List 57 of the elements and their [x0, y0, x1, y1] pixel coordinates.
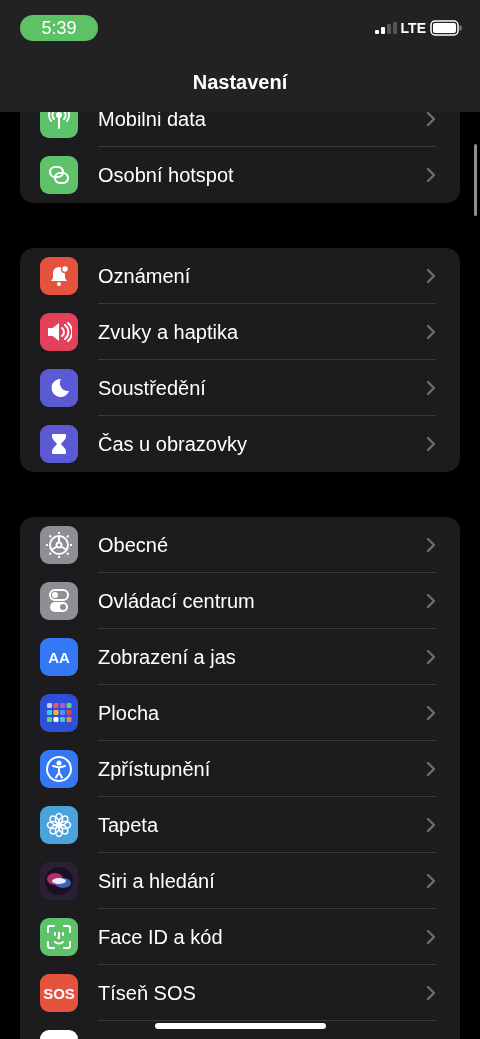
row-label: Face ID a kód [98, 924, 224, 950]
network-label: LTE [400, 18, 426, 38]
chevron-icon [426, 648, 436, 665]
row-label: Čas u obrazovky [98, 432, 248, 457]
row-label: Tíseň SOS [98, 980, 197, 1006]
row-label: Siri a hledání [98, 868, 216, 894]
row-label: Osobní hotspot [98, 163, 235, 188]
chevron-icon [426, 167, 436, 183]
settings-row[interactable]: Zpřístupnění [20, 741, 460, 797]
settings-row[interactable]: AA Zobrazení a jas [20, 629, 460, 685]
chevron-icon [426, 984, 436, 1001]
app-grid-icon [45, 701, 73, 725]
scroll-indicator [474, 144, 477, 216]
chevron-icon [426, 379, 436, 396]
row-label: Ovládací centrum [98, 588, 256, 614]
chevron-icon [426, 816, 436, 833]
row-label: Tapeta [98, 812, 160, 838]
settings-row[interactable]: Face ID a kód [20, 909, 460, 965]
time-pill: 5:39 [20, 15, 98, 41]
chevron-icon [426, 112, 436, 127]
settings-row[interactable]: Oznámení [20, 248, 460, 304]
icon-label: SOS [43, 985, 75, 1001]
chevron-icon [426, 267, 436, 284]
row-label: Oznámení [98, 263, 192, 289]
settings-row[interactable]: Osobní hotspot [20, 147, 460, 203]
hourglass-icon [49, 432, 69, 456]
antenna-icon [47, 112, 71, 131]
speaker-icon [46, 321, 72, 343]
chevron-icon [426, 536, 436, 553]
page-title: Nastavení [192, 70, 288, 95]
row-label: Zpřístupnění [98, 756, 212, 782]
settings-row[interactable]: Tapeta [20, 797, 460, 853]
settings-row[interactable]: Ovládací centrum [20, 573, 460, 629]
chevron-icon [426, 323, 436, 340]
icon-label: AA [48, 649, 70, 665]
chevron-icon [426, 436, 436, 452]
toggles-icon [47, 588, 71, 614]
chevron-icon [426, 760, 436, 777]
settings-row[interactable]: Zvuky a haptika [20, 304, 460, 360]
chevron-icon [426, 704, 436, 721]
chevron-icon [426, 592, 436, 609]
settings-row[interactable]: Siri a hledání [20, 853, 460, 909]
row-label: Obecné [98, 532, 170, 558]
settings-row[interactable]: SOS Tíseň SOS [20, 965, 460, 1021]
row-label: Soustředění [98, 375, 207, 401]
row-label: Zobrazení a jas [98, 644, 237, 670]
chain-link-icon [47, 164, 71, 186]
settings-row[interactable]: Plocha [20, 685, 460, 741]
settings-row[interactable]: Soustředění [20, 360, 460, 416]
settings-row[interactable]: Čas u obrazovky [20, 416, 460, 472]
signal-icon [374, 22, 397, 34]
row-label: Plocha [98, 700, 161, 726]
battery-icon [430, 20, 462, 36]
chevron-icon [426, 872, 436, 889]
chevron-icon [426, 928, 436, 945]
row-label: Zvuky a haptika [98, 319, 240, 345]
settings-row[interactable]: Obecné [20, 517, 460, 573]
